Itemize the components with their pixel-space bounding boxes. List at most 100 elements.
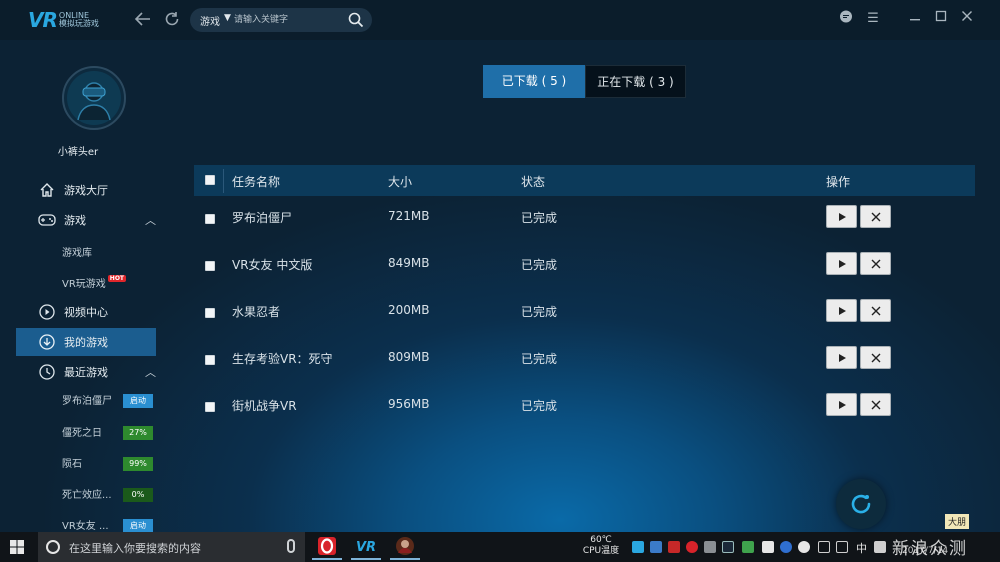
sidebar-item-games[interactable]: 游戏 ︿ [16, 206, 156, 234]
tray-steam-icon[interactable] [722, 541, 734, 553]
menu-icon[interactable]: ☰ [864, 10, 882, 28]
taskbar-app-vronline[interactable]: VR [351, 534, 381, 560]
table-row: 生存考验VR：死守 809MB 已完成 [194, 338, 975, 384]
recent-game-name: 罗布泊僵尸 [62, 396, 112, 407]
recent-game-item[interactable]: 僵死之日 27% [62, 424, 172, 444]
volume-icon[interactable] [836, 541, 848, 553]
title-bar: VR ONLINE 模拟玩游戏 游戏 ▼ ☰ [0, 0, 1000, 40]
microphone-icon[interactable] [287, 539, 295, 553]
refresh-circle-icon [851, 494, 871, 514]
taskbar-app-game[interactable] [390, 534, 420, 560]
assistant-button[interactable] [836, 479, 886, 529]
tray-red-icon[interactable] [668, 541, 680, 553]
back-arrow-icon[interactable] [133, 10, 153, 30]
search-input[interactable] [234, 11, 344, 29]
sidebar-item-video-center[interactable]: 视频中心 [16, 298, 156, 326]
recent-game-item[interactable]: VR女友 ... 启动 [62, 517, 172, 532]
progress-badge: 27% [123, 426, 153, 440]
play-button[interactable] [826, 346, 857, 369]
close-icon [871, 306, 880, 315]
taskbar-app-opera[interactable] [312, 534, 342, 560]
row-checkbox[interactable] [205, 214, 215, 224]
recent-game-item[interactable]: 陨石 99% [62, 455, 172, 475]
sidebar-item-my-games[interactable]: 我的游戏 [16, 328, 156, 356]
header-status: 状态 [521, 175, 546, 189]
clock-icon [38, 363, 56, 381]
tray-person-icon[interactable] [704, 541, 716, 553]
chevron-up-icon[interactable]: ︿ [145, 212, 156, 228]
row-checkbox[interactable] [205, 402, 215, 412]
play-button[interactable] [826, 393, 857, 416]
sidebar-item-recent-games[interactable]: 最近游戏 ︿ [16, 358, 156, 386]
username: 小裤头er [57, 147, 99, 158]
tab-downloaded[interactable]: 已下载 ( 5 ) [483, 65, 585, 98]
cpu-temp-widget[interactable]: 60℃ CPU温度 [580, 535, 622, 557]
delete-button[interactable] [860, 393, 891, 416]
delete-button[interactable] [860, 299, 891, 322]
delete-button[interactable] [860, 252, 891, 275]
close-icon[interactable] [958, 10, 976, 28]
tab-downloading[interactable]: 正在下载 ( 3 ) [585, 65, 686, 98]
tray-opera-icon[interactable] [686, 541, 698, 553]
task-name: 生存考验VR：死守 [232, 352, 333, 366]
sidebar-item-label: 游戏大厅 [64, 184, 108, 197]
gamepad-icon [38, 211, 56, 229]
row-checkbox[interactable] [205, 355, 215, 365]
wifi-icon[interactable] [818, 541, 830, 553]
tray-cloud-icon[interactable] [742, 541, 754, 553]
task-size: 809MB [388, 350, 430, 364]
launch-button[interactable]: 启动 [123, 519, 153, 532]
delete-button[interactable] [860, 205, 891, 228]
play-button[interactable] [826, 252, 857, 275]
watermark-label: 大朋 [945, 514, 970, 529]
tray-vr-icon[interactable] [632, 541, 644, 553]
recent-game-name: 死亡效应... [62, 490, 112, 501]
play-icon [838, 259, 846, 268]
play-icon [838, 306, 846, 315]
sidebar-subitem-game-library[interactable]: 游戏库 [62, 244, 92, 259]
search-icon[interactable] [348, 12, 364, 28]
taskbar: 在这里输入你要搜索的内容 VR 60℃ CPU温度 中 2017/7/14 [0, 532, 1000, 562]
recent-game-item[interactable]: 罗布泊僵尸 启动 [62, 392, 172, 412]
refresh-icon[interactable] [162, 10, 182, 30]
play-button[interactable] [826, 299, 857, 322]
chevron-down-icon[interactable]: ▼ [224, 13, 231, 23]
close-icon [871, 259, 880, 268]
taskbar-search[interactable]: 在这里输入你要搜索的内容 [38, 532, 305, 562]
sidebar-item-game-hall[interactable]: 游戏大厅 [16, 176, 156, 204]
svg-text:VR: VR [356, 540, 376, 553]
message-icon[interactable] [837, 10, 855, 28]
row-checkbox[interactable] [205, 261, 215, 271]
row-checkbox[interactable] [205, 308, 215, 318]
launch-button[interactable]: 启动 [123, 394, 153, 408]
sidebar-subitem-label: VR玩游戏 [62, 279, 106, 290]
play-icon [838, 400, 846, 409]
search-category-select[interactable]: 游戏 [200, 13, 220, 28]
tray-shield-icon[interactable] [762, 541, 774, 553]
recent-game-item[interactable]: 死亡效应... 0% [62, 486, 172, 506]
tray-white-icon[interactable] [798, 541, 810, 553]
bluetooth-icon[interactable] [780, 541, 792, 553]
cpu-temp-label: CPU温度 [582, 546, 620, 556]
notification-icon[interactable] [874, 541, 886, 553]
maximize-icon[interactable] [932, 10, 950, 28]
avatar[interactable] [62, 66, 126, 130]
windows-start-icon[interactable] [10, 540, 24, 554]
recent-game-name: VR女友 ... [62, 521, 109, 532]
tray-vr2-icon[interactable] [650, 541, 662, 553]
play-button[interactable] [826, 205, 857, 228]
app-logo[interactable]: VR ONLINE 模拟玩游戏 [28, 8, 99, 32]
minimize-icon[interactable] [906, 10, 924, 28]
select-all-checkbox[interactable] [205, 175, 215, 185]
task-status: 已完成 [521, 352, 558, 366]
task-size: 849MB [388, 256, 430, 270]
chevron-up-icon[interactable]: ︿ [145, 364, 156, 380]
recent-game-name: 僵死之日 [62, 428, 102, 439]
table-header: 任务名称 大小 状态 操作 [194, 165, 975, 196]
task-name: VR女友 中文版 [232, 258, 313, 272]
task-size: 956MB [388, 397, 430, 411]
delete-button[interactable] [860, 346, 891, 369]
header-task-name: 任务名称 [232, 175, 281, 189]
sidebar-subitem-vr-play[interactable]: VR玩游戏HOT [62, 275, 127, 290]
ime-indicator[interactable]: 中 [856, 540, 867, 556]
